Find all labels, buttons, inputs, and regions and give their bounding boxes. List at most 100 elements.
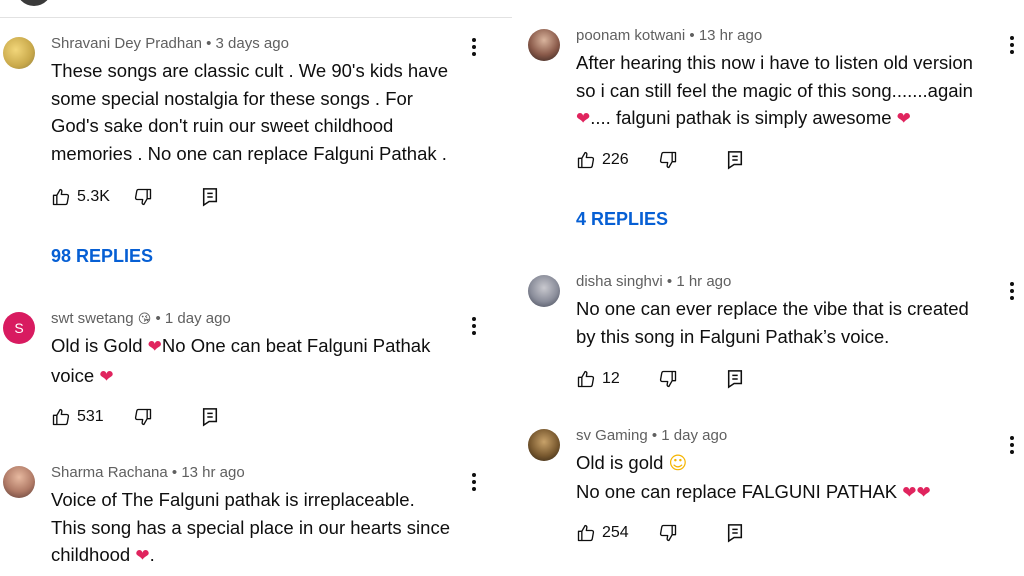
author-name[interactable]: swt swetang (51, 310, 134, 327)
like-count: 5.3K (77, 188, 110, 205)
comment-text: Old is gold ☺ No one can replace FALGUNI… (576, 449, 996, 507)
author-name[interactable]: Shravani Dey Pradhan (51, 35, 202, 52)
thumbs-up-icon (52, 408, 70, 426)
author-name[interactable]: Sharma Rachana (51, 464, 168, 481)
comment-line: After hearing this now i have to listen … (576, 52, 973, 73)
comment-text: After hearing this now i have to listen … (576, 49, 996, 134)
meta-separator: • (151, 310, 165, 327)
avatar[interactable] (528, 29, 560, 61)
author-name[interactable]: sv Gaming (576, 427, 648, 444)
avatar[interactable]: S (3, 312, 35, 344)
like-button[interactable] (576, 523, 596, 543)
thumbs-down-icon (659, 370, 677, 388)
red-heart-emoji: ❤ (135, 546, 150, 566)
comment-actions: 531 (51, 405, 219, 429)
comment-line-part: .... falguni pathak is simply awesome (590, 107, 897, 128)
comment-text: These songs are classic cult . We 90's k… (51, 57, 471, 167)
dislike-button[interactable] (658, 369, 678, 389)
more-vert-icon[interactable] (464, 35, 484, 59)
red-heart-emoji: ❤ (99, 366, 114, 387)
thumbs-down-icon (659, 524, 677, 542)
left-comment-column: Shravani Dey Pradhan • 3 days ago These … (0, 0, 512, 576)
thumbs-up-icon (577, 151, 595, 169)
comment-line: some special nostalgia for these songs .… (51, 87, 413, 109)
like-count: 531 (77, 408, 104, 425)
like-button[interactable] (576, 369, 596, 389)
kiss-emoji: 😘 (137, 312, 152, 327)
like-count: 12 (602, 370, 620, 387)
meta-separator: • (167, 464, 182, 481)
view-replies-link[interactable]: 4 REPLIES (576, 209, 668, 230)
reply-button[interactable] (201, 187, 219, 207)
comment-time[interactable]: 1 day ago (165, 310, 231, 327)
comment-line: Voice of The Falguni pathak is irreplace… (51, 489, 415, 510)
comment-time[interactable]: 13 hr ago (699, 27, 762, 44)
red-heart-emoji: ❤ (902, 482, 917, 503)
comment-time[interactable]: 13 hr ago (181, 464, 244, 481)
reply-button[interactable] (726, 369, 744, 389)
meta-separator: • (201, 35, 216, 52)
red-heart-emoji: ❤ (576, 109, 591, 129)
red-heart-emoji: ❤ (916, 482, 931, 503)
reply-icon (727, 370, 743, 389)
comment-time[interactable]: 1 day ago (661, 427, 727, 444)
comment-actions: 12 (576, 367, 744, 391)
comment-swt-swetang: S swt swetang 😘 • 1 day ago Old is Gold … (0, 310, 512, 440)
red-heart-emoji: ❤ (896, 109, 911, 129)
comment-line: childhood ❤. (51, 541, 471, 571)
meta-separator: • (685, 27, 699, 44)
like-count: 254 (602, 524, 629, 541)
comment-shravani: Shravani Dey Pradhan • 3 days ago These … (0, 35, 512, 275)
comment-actions: 226 (576, 148, 744, 172)
smiling-face-emoji: ☺ (668, 453, 688, 474)
reply-button[interactable] (726, 523, 744, 543)
author-name[interactable]: poonam kotwani (576, 27, 685, 44)
comment-line: so i can still feel the magic of this so… (576, 79, 973, 101)
avatar[interactable] (3, 466, 35, 498)
comment-line: Old is gold ☺ (576, 449, 996, 478)
comment-author-line: Sharma Rachana • 13 hr ago (51, 464, 245, 481)
reply-button[interactable] (726, 150, 744, 170)
comment-text: No one can ever replace the vibe that is… (576, 295, 996, 350)
dislike-button[interactable] (133, 187, 153, 207)
thumbs-up-icon (577, 524, 595, 542)
avatar[interactable] (16, 0, 52, 6)
like-button[interactable] (576, 150, 596, 170)
more-vert-icon[interactable] (1002, 33, 1022, 57)
avatar[interactable] (3, 37, 35, 69)
reply-button[interactable] (201, 407, 219, 427)
like-button[interactable] (51, 187, 71, 207)
comment-line-part: . (149, 544, 155, 565)
comment-author-line: disha singhvi • 1 hr ago (576, 273, 731, 290)
comment-time[interactable]: 1 hr ago (676, 273, 731, 290)
red-heart-emoji: ❤ (147, 337, 162, 357)
right-comment-column: poonam kotwani • 13 hr ago After hearing… (512, 0, 1024, 576)
avatar[interactable] (528, 275, 560, 307)
reply-icon (727, 151, 743, 170)
dislike-button[interactable] (133, 407, 153, 427)
dislike-button[interactable] (658, 523, 678, 543)
dislike-button[interactable] (658, 150, 678, 170)
comment-line: No one can ever replace the vibe that is… (576, 298, 969, 319)
comment-line: No one can replace FALGUNI PATHAK ❤❤ (576, 478, 996, 508)
more-vert-icon[interactable] (1002, 279, 1022, 303)
comment-disha-singhvi: disha singhvi • 1 hr ago No one can ever… (512, 273, 1024, 393)
like-button[interactable] (51, 407, 71, 427)
comment-time[interactable]: 3 days ago (216, 35, 289, 52)
view-replies-link[interactable]: 98 REPLIES (51, 246, 153, 267)
reply-icon (202, 408, 218, 427)
comment-text: Voice of The Falguni pathak is irreplace… (51, 486, 471, 571)
comment-actions: 254 (576, 521, 744, 545)
comment-line-part: No one can replace FALGUNI PATHAK (576, 480, 903, 502)
comment-author-line: Shravani Dey Pradhan • 3 days ago (51, 35, 289, 52)
comment-line: Old is Gold ❤No One can beat Falguni Pat… (51, 332, 471, 362)
comment-actions: 5.3K (51, 185, 219, 209)
more-vert-icon[interactable] (1002, 433, 1022, 457)
author-name[interactable]: disha singhvi (576, 273, 663, 290)
comment-line: This song has a special place in our hea… (51, 516, 450, 538)
reply-icon (202, 188, 218, 207)
comment-sharma-rachana: Sharma Rachana • 13 hr ago Voice of The … (0, 464, 512, 576)
thumbs-up-icon (52, 188, 70, 206)
comment-author-line: poonam kotwani • 13 hr ago (576, 27, 762, 44)
avatar[interactable] (528, 429, 560, 461)
